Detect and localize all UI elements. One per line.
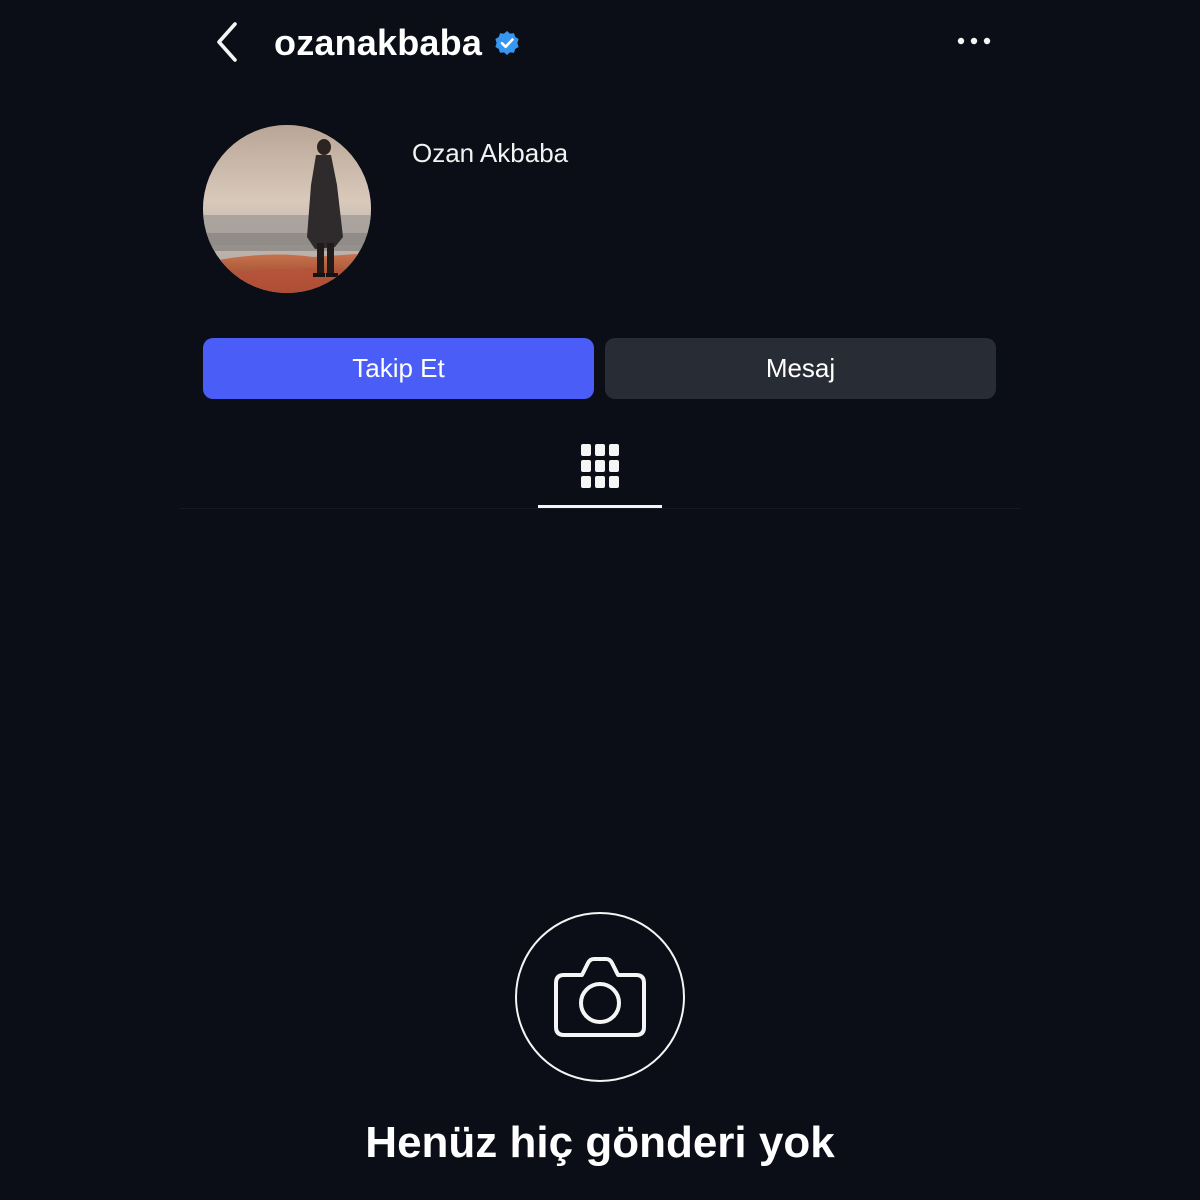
username-row: ozanakbaba	[274, 18, 520, 68]
back-button[interactable]	[200, 14, 256, 70]
display-name: Ozan Akbaba	[412, 138, 569, 168]
tab-divider	[180, 508, 1020, 509]
verified-badge-icon	[494, 30, 520, 56]
username: ozanakbaba	[274, 22, 483, 63]
tab-posts-grid[interactable]	[538, 430, 662, 508]
grid-icon	[581, 444, 619, 488]
profile-page: ozanakbaba Ozan Akbaba Takip Et Mesaj He…	[0, 0, 1200, 1200]
chevron-left-icon	[217, 22, 237, 62]
message-button[interactable]: Mesaj	[605, 338, 996, 399]
active-tab-indicator	[538, 505, 662, 508]
follow-button[interactable]: Takip Et	[203, 338, 594, 399]
more-options-button[interactable]	[946, 16, 1002, 66]
empty-state-title: Henüz hiç gönderi yok	[365, 1118, 835, 1167]
top-bar: ozanakbaba	[0, 0, 1200, 86]
more-horizontal-icon	[957, 37, 991, 45]
camera-icon	[554, 957, 646, 1037]
empty-state-camera	[515, 912, 685, 1082]
profile-avatar[interactable]	[203, 125, 371, 293]
